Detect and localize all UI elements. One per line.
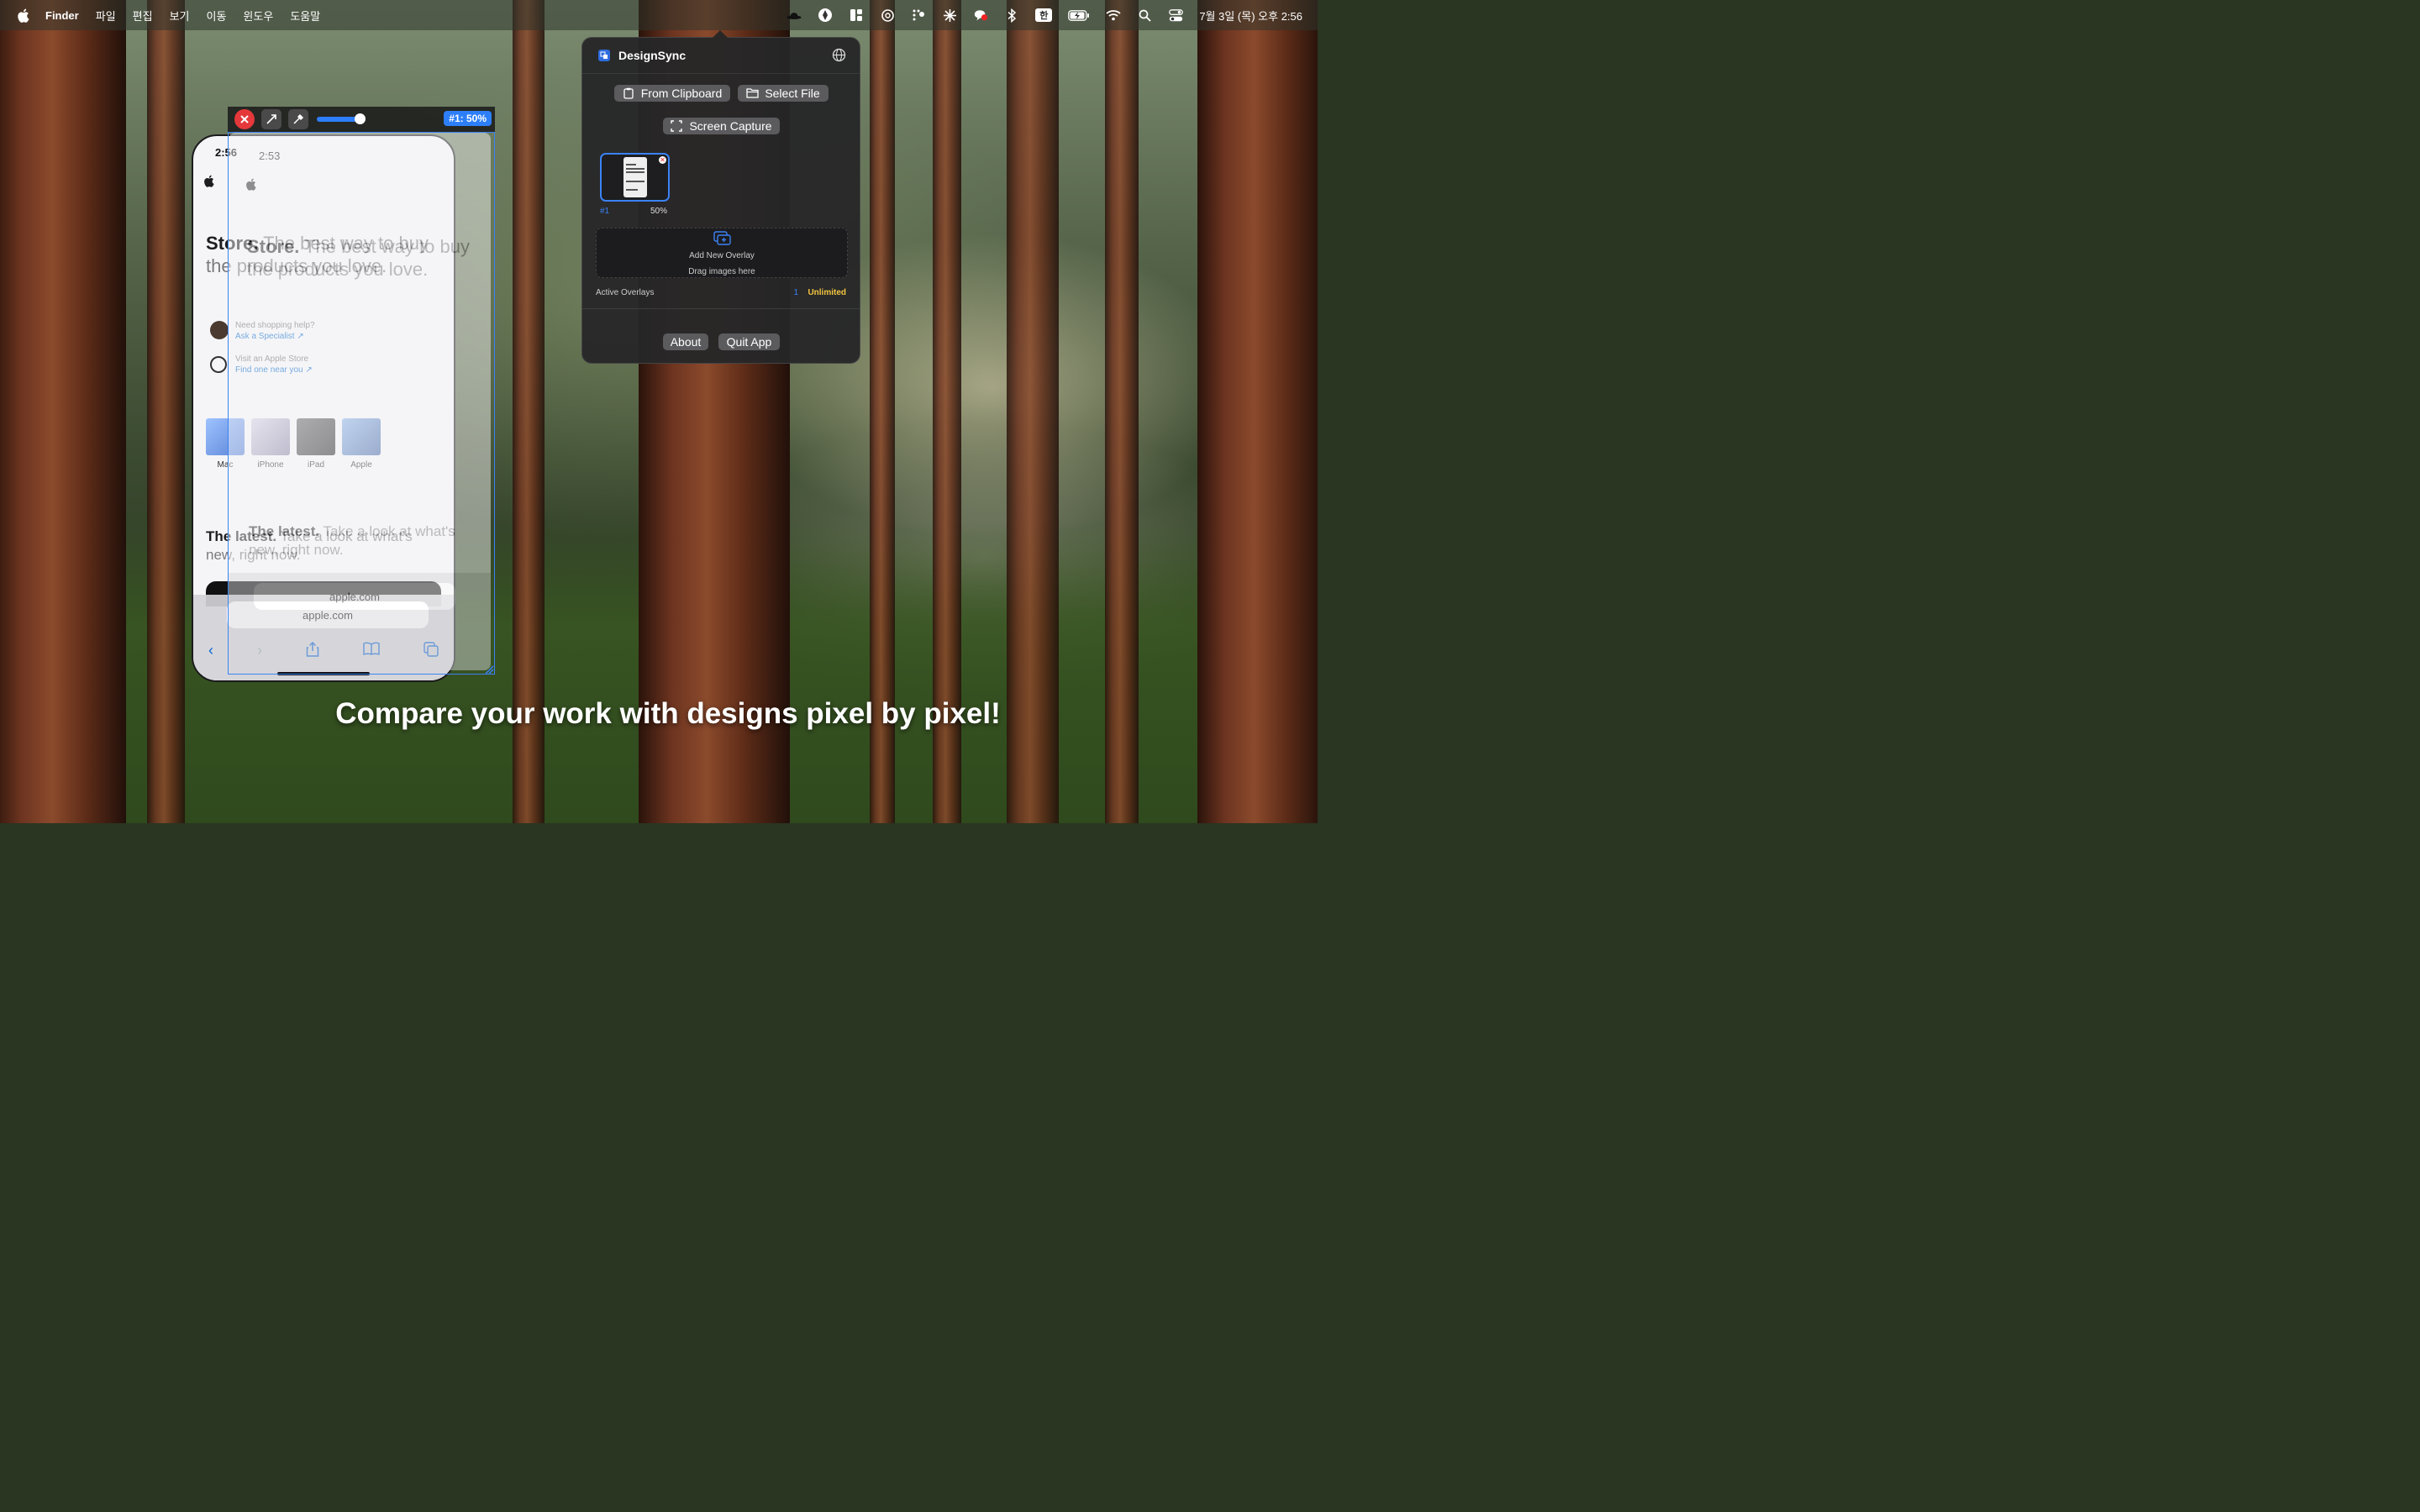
menu-go[interactable]: 이동: [207, 8, 227, 24]
popover-arrow: [713, 30, 728, 38]
select-file-label: Select File: [765, 87, 820, 100]
designsync-popover: DesignSync From Clipboard Select File Sc…: [581, 30, 860, 364]
clipboard-icon: [623, 87, 634, 99]
overlay-opacity-badge: #1: 50%: [444, 111, 492, 126]
about-label: About: [670, 335, 702, 349]
screen-capture-button[interactable]: Screen Capture: [663, 118, 780, 134]
hat-icon[interactable]: [786, 8, 802, 23]
marketing-caption: Compare your work with designs pixel by …: [335, 697, 1001, 730]
keyboard-grid-icon[interactable]: [911, 8, 926, 23]
from-clipboard-button[interactable]: From Clipboard: [614, 85, 730, 102]
thumbnail-preview: [623, 157, 647, 197]
layout-icon[interactable]: [849, 8, 864, 23]
overlay-toolbar: #1: 50%: [228, 107, 495, 132]
active-overlays-row: Active Overlays 1 Unlimited: [596, 288, 846, 297]
remove-overlay-icon[interactable]: ✕: [659, 156, 666, 164]
active-overlays-count: 1: [793, 288, 798, 297]
quit-app-button[interactable]: Quit App: [718, 333, 780, 350]
aperture-icon[interactable]: [818, 8, 833, 23]
menu-bar: Finder 파일 편집 보기 이동 윈도우 도움말 한 7월 3일 (목) 오…: [0, 0, 1318, 30]
menu-help[interactable]: 도움말: [290, 8, 320, 24]
active-overlays-label: Active Overlays: [596, 288, 655, 297]
add-overlay-label: Add New Overlay: [689, 251, 755, 260]
overlay-thumbnail[interactable]: ✕: [600, 153, 670, 202]
openai-icon[interactable]: [880, 8, 895, 23]
popover-divider: [582, 308, 860, 309]
battery-charging-icon[interactable]: [1068, 8, 1090, 23]
add-overlay-dropzone[interactable]: Add New Overlay Drag images here: [596, 228, 848, 278]
back-icon[interactable]: ‹: [208, 642, 213, 661]
resize-handle-icon[interactable]: [484, 664, 494, 675]
eyedropper-tool-button[interactable]: [288, 109, 308, 129]
popover-header: DesignSync: [582, 38, 860, 74]
thumbnail-opacity: 50%: [650, 207, 668, 216]
plan-badge: Unlimited: [808, 288, 846, 297]
add-overlay-icon: [713, 231, 731, 246]
sparkle-icon[interactable]: [942, 8, 957, 23]
menu-app-name[interactable]: Finder: [45, 9, 79, 22]
bluetooth-icon[interactable]: [1004, 8, 1019, 23]
apple-logo-icon: [203, 175, 215, 192]
opacity-slider-knob[interactable]: [355, 113, 366, 124]
store-pin-icon: [210, 356, 227, 373]
input-source-indicator[interactable]: 한: [1035, 8, 1053, 22]
folder-icon: [746, 87, 759, 99]
popover-title: DesignSync: [618, 49, 687, 62]
quit-app-label: Quit App: [726, 335, 772, 349]
menu-extras: 한 7월 3일 (목) 오후 2:56: [786, 0, 1302, 30]
opacity-slider[interactable]: [317, 113, 366, 124]
control-center-icon[interactable]: [1168, 8, 1183, 23]
from-clipboard-label: From Clipboard: [640, 87, 723, 100]
about-button[interactable]: About: [663, 333, 708, 350]
close-overlay-button[interactable]: [234, 109, 255, 129]
menu-edit[interactable]: 편집: [133, 8, 153, 24]
specialist-avatar: [210, 321, 229, 339]
chat-bubble-icon[interactable]: [973, 8, 988, 23]
screen-capture-label: Screen Capture: [689, 119, 772, 133]
wifi-icon[interactable]: [1106, 8, 1121, 23]
apple-menu-icon[interactable]: [17, 8, 30, 23]
select-file-button[interactable]: Select File: [738, 85, 829, 102]
menu-view[interactable]: 보기: [170, 8, 190, 24]
move-tool-button[interactable]: [261, 109, 281, 129]
menu-bar-clock[interactable]: 7월 3일 (목) 오후 2:56: [1199, 8, 1302, 24]
overlay-selection-frame[interactable]: [228, 132, 495, 675]
menu-window[interactable]: 윈도우: [243, 8, 273, 24]
designsync-app-icon: [598, 50, 610, 61]
globe-icon[interactable]: [832, 48, 846, 62]
menu-file[interactable]: 파일: [96, 8, 116, 24]
thumbnail-number: #1: [600, 207, 610, 216]
drag-images-hint: Drag images here: [688, 267, 755, 276]
spotlight-search-icon[interactable]: [1137, 8, 1152, 23]
screen-capture-icon: [671, 120, 683, 132]
